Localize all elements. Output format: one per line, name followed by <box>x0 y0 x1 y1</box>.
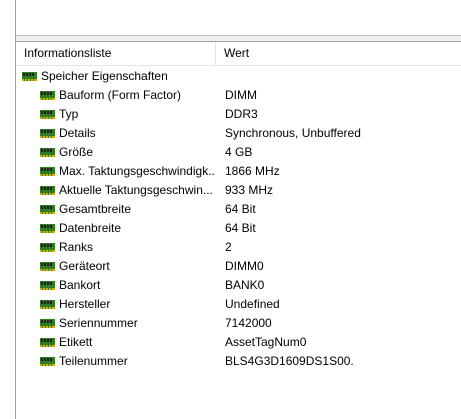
ram-module-icon <box>40 224 55 233</box>
item-label: Teilenummer <box>59 354 128 368</box>
item-value: BLS4G3D1609DS1S00. <box>225 354 354 368</box>
item-value: 7142000 <box>225 316 272 330</box>
item-value: 933 MHz <box>225 183 274 197</box>
list-item[interactable]: Etikett AssetTagNum0 <box>16 333 461 352</box>
item-label: Aktuelle Taktungsgeschwin... <box>59 183 213 197</box>
item-label: Seriennummer <box>59 316 138 330</box>
list-item[interactable]: Seriennummer 7142000 <box>16 314 461 333</box>
column-header-informationsliste[interactable]: Informationsliste <box>16 42 216 65</box>
ram-module-icon <box>22 72 37 81</box>
item-value: 1866 MHz <box>225 164 280 178</box>
list-rows: Speicher Eigenschaften Bauform (Form Fac… <box>16 67 461 371</box>
left-pane-edge <box>0 0 16 419</box>
ram-module-icon <box>40 129 55 138</box>
ram-module-icon <box>40 281 55 290</box>
item-label: Bankort <box>59 278 101 292</box>
item-label: Geräteort <box>59 259 110 273</box>
list-item[interactable]: Bauform (Form Factor) DIMM <box>16 86 461 105</box>
item-value: DIMM0 <box>225 259 264 273</box>
list-header: Informationsliste Wert <box>16 42 461 66</box>
list-item[interactable]: Aktuelle Taktungsgeschwin... 933 MHz <box>16 181 461 200</box>
ram-module-icon <box>40 243 55 252</box>
item-value: BANK0 <box>225 278 265 292</box>
ram-module-icon <box>40 262 55 271</box>
ram-module-icon <box>40 186 55 195</box>
bottom-edge <box>16 408 461 419</box>
group-label: Speicher Eigenschaften <box>41 69 168 83</box>
group-row-speicher-eigenschaften[interactable]: Speicher Eigenschaften <box>16 67 461 86</box>
ram-module-icon <box>40 300 55 309</box>
ram-module-icon <box>40 91 55 100</box>
list-item[interactable]: Ranks 2 <box>16 238 461 257</box>
item-value: 4 GB <box>225 145 253 159</box>
list-item[interactable]: Hersteller Undefined <box>16 295 461 314</box>
ram-module-icon <box>40 357 55 366</box>
ram-module-icon <box>40 319 55 328</box>
list-item[interactable]: Typ DDR3 <box>16 105 461 124</box>
item-value: 64 Bit <box>225 221 256 235</box>
list-item[interactable]: Geräteort DIMM0 <box>16 257 461 276</box>
item-label: Max. Taktungsgeschwindigk... <box>59 164 214 178</box>
upper-pane <box>16 0 461 36</box>
information-list-view[interactable]: Informationsliste Wert Speicher Eigensch… <box>16 42 461 419</box>
item-value: Undefined <box>225 297 280 311</box>
window: Informationsliste Wert Speicher Eigensch… <box>0 0 461 419</box>
ram-module-icon <box>40 167 55 176</box>
item-value: 64 Bit <box>225 202 256 216</box>
list-item[interactable]: Gesamtbreite 64 Bit <box>16 200 461 219</box>
item-label: Bauform (Form Factor) <box>59 88 182 102</box>
column-header-wert[interactable]: Wert <box>216 42 461 65</box>
ram-module-icon <box>40 338 55 347</box>
list-item[interactable]: Details Synchronous, Unbuffered <box>16 124 461 143</box>
list-item[interactable]: Größe 4 GB <box>16 143 461 162</box>
item-label: Ranks <box>59 240 94 254</box>
item-value: 2 <box>225 240 232 254</box>
item-value: AssetTagNum0 <box>225 335 307 349</box>
item-label: Details <box>59 126 96 140</box>
item-value: DDR3 <box>225 107 258 121</box>
item-value: Synchronous, Unbuffered <box>225 126 361 140</box>
item-label: Typ <box>59 107 79 121</box>
item-label: Etikett <box>59 335 93 349</box>
ram-module-icon <box>40 205 55 214</box>
ram-module-icon <box>40 148 55 157</box>
list-item[interactable]: Teilenummer BLS4G3D1609DS1S00. <box>16 352 461 371</box>
list-item[interactable]: Max. Taktungsgeschwindigk... 1866 MHz <box>16 162 461 181</box>
item-label: Datenbreite <box>59 221 122 235</box>
ram-module-icon <box>40 110 55 119</box>
item-value: DIMM <box>225 88 257 102</box>
list-item[interactable]: Datenbreite 64 Bit <box>16 219 461 238</box>
item-label: Größe <box>59 145 94 159</box>
list-item[interactable]: Bankort BANK0 <box>16 276 461 295</box>
item-label: Hersteller <box>59 297 111 311</box>
item-label: Gesamtbreite <box>59 202 132 216</box>
